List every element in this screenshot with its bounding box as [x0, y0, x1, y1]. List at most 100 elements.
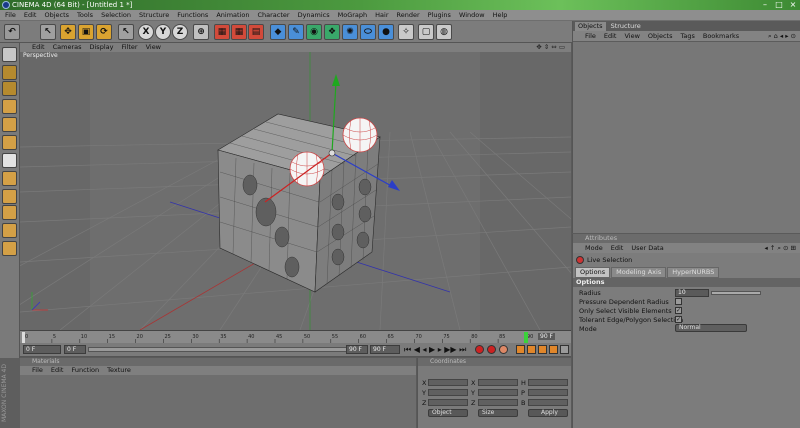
objects-menu-bookmarks[interactable]: Bookmarks	[703, 31, 739, 41]
rotation-b-field[interactable]	[528, 399, 568, 406]
perspective-viewport[interactable]: Perspective	[20, 52, 571, 330]
cube-icon[interactable]: ◆	[270, 24, 286, 40]
position-key-icon[interactable]	[516, 345, 525, 354]
materials-menu-file[interactable]: File	[32, 366, 43, 375]
position-x-field[interactable]	[428, 379, 468, 386]
size-y-field[interactable]	[478, 389, 518, 396]
z-axis-button[interactable]: Z	[172, 24, 188, 40]
environment-icon[interactable]: ◍	[436, 24, 452, 40]
use-animation-tool-icon[interactable]	[2, 99, 17, 114]
playback-controls[interactable]: ⏮ ◀ ◂ ▶ ▸ ▶▶ ⏭	[404, 345, 466, 355]
keyframe-selection-icon[interactable]	[499, 345, 508, 354]
menu-selection[interactable]: Selection	[101, 10, 131, 20]
material-icon[interactable]: ▢	[418, 24, 434, 40]
light-icon[interactable]: ✧	[398, 24, 414, 40]
apply-button[interactable]: Apply	[528, 409, 568, 417]
spline-pen-icon[interactable]: ✎	[288, 24, 304, 40]
attributes-menu-edit[interactable]: Edit	[611, 243, 624, 253]
objects-menu-edit[interactable]: Edit	[604, 31, 617, 41]
use-object-tool-icon[interactable]	[2, 81, 17, 96]
scale-key-icon[interactable]	[527, 345, 536, 354]
position-y-field[interactable]	[428, 389, 468, 396]
objects-menu-objects[interactable]: Objects	[648, 31, 673, 41]
record-icon[interactable]	[475, 345, 484, 354]
objects-menu-file[interactable]: File	[585, 31, 596, 41]
use-model-tool-icon[interactable]	[2, 65, 17, 80]
workplane-icon[interactable]	[2, 205, 17, 220]
menu-render[interactable]: Render	[397, 10, 420, 20]
scale-icon[interactable]: ▣	[78, 24, 94, 40]
attributes-nav-icons[interactable]: ◂ ↑ ⌕ ⊙ ⊞	[764, 243, 796, 253]
tab-structure[interactable]: Structure	[608, 22, 644, 31]
viewport-menu-view[interactable]: View	[146, 43, 161, 52]
use-texture-tool-icon[interactable]	[2, 117, 17, 132]
materials-menu-edit[interactable]: Edit	[51, 366, 64, 375]
menu-edit[interactable]: Edit	[24, 10, 37, 20]
menu-character[interactable]: Character	[257, 10, 289, 20]
use-point-tool-icon[interactable]	[2, 153, 17, 168]
tolerant-selection-checkbox[interactable]: ✓	[675, 316, 682, 323]
subtab-hypernurbs[interactable]: HyperNURBS	[667, 267, 720, 278]
autokey-icon[interactable]	[487, 345, 496, 354]
materials-menu-texture[interactable]: Texture	[107, 366, 131, 375]
viewport-menu-cameras[interactable]: Cameras	[53, 43, 82, 52]
size-z-field[interactable]	[478, 399, 518, 406]
end-frame-field[interactable]: 90 F	[370, 345, 400, 354]
close-button[interactable]: ×	[786, 0, 800, 10]
object-list[interactable]	[573, 41, 800, 233]
array-icon[interactable]: ❖	[324, 24, 340, 40]
menu-objects[interactable]: Objects	[44, 10, 69, 20]
nurbs-icon[interactable]: ◉	[306, 24, 322, 40]
size-x-field[interactable]	[478, 379, 518, 386]
frame-range-slider[interactable]	[88, 347, 358, 352]
menu-structure[interactable]: Structure	[139, 10, 169, 20]
deformer-icon[interactable]: ✺	[342, 24, 358, 40]
x-axis-button[interactable]: X	[138, 24, 154, 40]
coordinate-mode-dropdown[interactable]: Object	[428, 409, 468, 417]
coordinate-system-icon[interactable]: ⊕	[193, 24, 209, 40]
snapping-icon[interactable]	[2, 223, 17, 238]
viewport-menu-filter[interactable]: Filter	[121, 43, 137, 52]
undo-icon[interactable]: ↶	[4, 24, 20, 40]
attributes-menu-user-data[interactable]: User Data	[631, 243, 663, 253]
objects-menu-view[interactable]: View	[624, 31, 639, 41]
move-icon[interactable]: ✥	[60, 24, 76, 40]
pla-key-icon[interactable]	[560, 345, 569, 354]
live-selection-icon[interactable]: ↖	[40, 24, 56, 40]
menu-tools[interactable]: Tools	[77, 10, 93, 20]
use-polygon-tool-icon[interactable]	[2, 189, 17, 204]
current-frame-field[interactable]: 0 F	[23, 345, 61, 354]
menu-animation[interactable]: Animation	[216, 10, 249, 20]
viewport-nav-icons[interactable]: ✥ ⇕ ⇔ ▭	[536, 43, 565, 52]
viewport-menu-edit[interactable]: Edit	[32, 43, 45, 52]
menu-dynamics[interactable]: Dynamics	[298, 10, 330, 20]
radius-slider[interactable]	[711, 291, 761, 295]
mode-dropdown[interactable]: Normal	[675, 324, 747, 332]
camera-icon[interactable]: ●	[378, 24, 394, 40]
menu-functions[interactable]: Functions	[177, 10, 208, 20]
size-mode-dropdown[interactable]: Size	[478, 409, 518, 417]
materials-menu-function[interactable]: Function	[71, 366, 99, 375]
subtab-options[interactable]: Options	[575, 267, 611, 278]
rotation-p-field[interactable]	[528, 389, 568, 396]
y-axis-button[interactable]: Y	[155, 24, 171, 40]
objects-menu-tags[interactable]: Tags	[680, 31, 694, 41]
render-settings-icon[interactable]: ▤	[248, 24, 264, 40]
search-icon[interactable]: ⌕ ⌂ ◂ ▸ ⊙	[768, 31, 796, 41]
min-frame-field[interactable]: 0 F	[64, 345, 86, 354]
use-axis-tool-icon[interactable]	[2, 135, 17, 150]
render-picture-viewer-icon[interactable]: ▦	[231, 24, 247, 40]
rotation-key-icon[interactable]	[538, 345, 547, 354]
position-z-field[interactable]	[428, 399, 468, 406]
menu-window[interactable]: Window	[459, 10, 485, 20]
rotation-h-field[interactable]	[528, 379, 568, 386]
timeline[interactable]: 0 5 10 15 20 25 30 35 40 45 50 55 60 65 70 75 80 85 90 90 …	[20, 330, 571, 344]
subtab-modeling-axis[interactable]: Modeling Axis	[611, 267, 667, 278]
parameter-key-icon[interactable]	[549, 345, 558, 354]
menu-file[interactable]: File	[5, 10, 16, 20]
select-icon[interactable]: ↖	[118, 24, 134, 40]
layout-icon[interactable]	[2, 241, 17, 256]
make-editable-icon[interactable]	[2, 47, 17, 62]
pressure-radius-checkbox[interactable]	[675, 298, 682, 305]
visible-elements-checkbox[interactable]: ✓	[675, 307, 682, 314]
